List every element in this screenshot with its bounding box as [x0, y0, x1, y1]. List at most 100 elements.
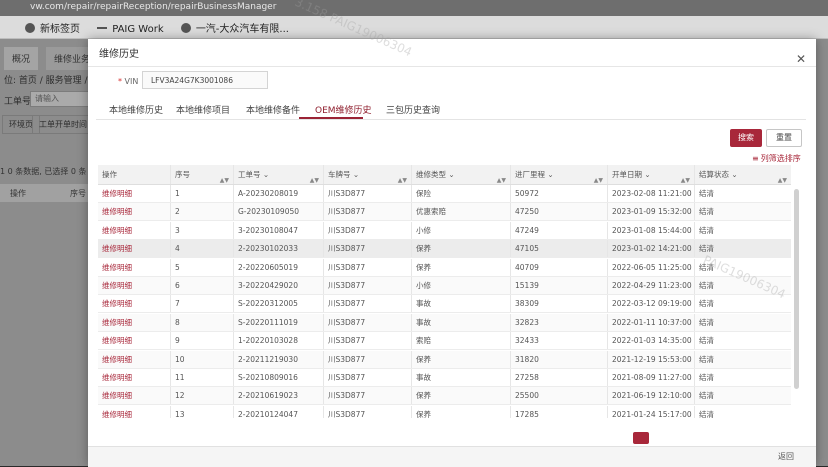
cell-op[interactable]: 维修明细	[98, 277, 170, 294]
cell-plate: 川S3D877	[323, 185, 411, 202]
cell-type: 保养	[411, 350, 510, 368]
cell-op[interactable]: 维修明细	[98, 203, 170, 220]
bg-field-label: 工单号	[4, 97, 32, 107]
cell-status: 结清	[694, 203, 791, 221]
breadcrumb: 位: 首页 / 服务管理 / 服	[4, 76, 100, 86]
cell-order: G-20230109050	[233, 203, 323, 221]
header-type[interactable]: 维修类型 ⌄ ▲▼	[411, 165, 510, 184]
sort-icon: ▲▼	[397, 177, 407, 184]
vin-label: * VIN	[118, 77, 139, 86]
cell-date: 2022-01-03 14:35:00	[607, 332, 694, 350]
table-row[interactable]: 维修明细 13 2-20210124047 川S3D877 保养 17285 2021-01…	[98, 405, 791, 418]
browser-address-bar[interactable]: vw.com/repair/repairReception/repairBusi…	[0, 0, 828, 16]
header-date[interactable]: 开单日期 ⌄ ▲▼	[607, 165, 694, 184]
table-row[interactable]: 维修明细 7 S-20220312005 川S3D877 事故 38309 2022-03-…	[98, 295, 791, 314]
cell-date: 2021-12-19 15:53:00	[607, 350, 694, 368]
table-row[interactable]: 维修明细 3 3-20230108047 川S3D877 小修 47249 2023-01-…	[98, 221, 791, 240]
cell-no: 5	[170, 258, 233, 276]
close-icon[interactable]: ✕	[796, 52, 806, 66]
cell-op[interactable]: 维修明细	[98, 314, 170, 331]
search-button[interactable]: 搜索	[730, 129, 762, 147]
reset-button[interactable]: 重置	[766, 129, 802, 147]
bg-time-button[interactable]: 工单开单时间	[32, 115, 94, 134]
bg-order-input[interactable]: 请输入	[30, 91, 94, 107]
cell-status: 结清	[694, 405, 791, 418]
cell-op[interactable]: 维修明细	[98, 222, 170, 239]
table-row[interactable]: 维修明细 1 A-20230208019 川S3D877 保险 50972 2023-02-…	[98, 185, 791, 203]
sort-icon: ▲▼	[496, 177, 506, 184]
cell-op[interactable]: 维修明细	[98, 259, 170, 276]
cell-plate: 川S3D877	[323, 258, 411, 276]
cell-type: 小修	[411, 221, 510, 239]
cell-plate: 川S3D877	[323, 240, 411, 258]
cell-type: 事故	[411, 369, 510, 386]
table-row[interactable]: 维修明细 5 2-20220605019 川S3D877 保养 40709 2022-06-…	[98, 258, 791, 277]
pagination-current-page[interactable]	[633, 432, 649, 444]
cell-type: 事故	[411, 313, 510, 331]
tab-local-parts[interactable]: 本地维修备件	[246, 103, 300, 116]
cell-op[interactable]: 维修明细	[98, 351, 170, 368]
cell-date: 2023-01-02 14:21:00	[607, 240, 694, 258]
cell-type: 小修	[411, 277, 510, 294]
cell-op[interactable]: 维修明细	[98, 387, 170, 404]
cell-no: 7	[170, 295, 233, 313]
bookmark-faw-vw[interactable]: 一汽-大众汽车有限...	[180, 20, 289, 35]
sort-icon: ▲▼	[309, 177, 319, 184]
bg-tab-overview[interactable]: 概况	[4, 47, 39, 70]
cell-type: 保养	[411, 387, 510, 405]
header-mileage[interactable]: 进厂里程 ⌄ ▲▼	[510, 165, 607, 184]
back-button[interactable]: 返回	[778, 451, 794, 462]
cell-date: 2022-06-05 11:25:00	[607, 258, 694, 276]
cell-date: 2022-04-29 11:23:00	[607, 277, 694, 294]
cell-mileage: 25500	[510, 387, 607, 405]
table-row[interactable]: 维修明细 4 2-20230102033 川S3D877 保养 47105 2023-01-…	[98, 240, 791, 259]
tab-warranty-query[interactable]: 三包历史查询	[386, 103, 440, 116]
table-row[interactable]: 维修明细 2 G-20230109050 川S3D877 优惠索赔 47250 2023-0…	[98, 203, 791, 222]
cell-type: 索赔	[411, 332, 510, 350]
cell-date: 2022-01-11 10:37:00	[607, 313, 694, 331]
bg-count-text: 1 0 条数据, 已选择 0 条	[0, 167, 87, 176]
cell-status: 结清	[694, 277, 791, 294]
cell-plate: 川S3D877	[323, 203, 411, 221]
table-row[interactable]: 维修明细 11 S-20210809016 川S3D877 事故 27258 2021-08…	[98, 369, 791, 387]
cell-order: 3-20220429020	[233, 277, 323, 294]
header-no[interactable]: 序号 ▲▼	[170, 165, 233, 184]
bookmark-new-tab[interactable]: 新标签页	[25, 20, 80, 35]
table-row[interactable]: 维修明细 6 3-20220429020 川S3D877 小修 15139 2022-04-…	[98, 277, 791, 295]
header-order[interactable]: 工单号 ⌄ ▲▼	[233, 165, 323, 184]
column-sort-link[interactable]: ≡ 列筛选排序	[752, 153, 801, 164]
cell-type: 事故	[411, 295, 510, 313]
table-row[interactable]: 维修明细 9 1-20220103028 川S3D877 索赔 32433 2022-01-…	[98, 332, 791, 351]
cell-op[interactable]: 维修明细	[98, 369, 170, 386]
tab-oem-history[interactable]: OEM维修历史	[315, 103, 372, 116]
cell-order: S-20210809016	[233, 369, 323, 386]
cell-plate: 川S3D877	[323, 405, 411, 418]
table-row[interactable]: 维修明细 10 2-20211219030 川S3D877 保养 31820 2021-12…	[98, 350, 791, 369]
cell-status: 结清	[694, 295, 791, 313]
cell-no: 12	[170, 387, 233, 405]
cell-op[interactable]: 维修明细	[98, 240, 170, 257]
cell-op[interactable]: 维修明细	[98, 332, 170, 349]
cell-no: 1	[170, 185, 233, 202]
address-url: vw.com/repair/repairReception/repairBusi…	[30, 2, 277, 12]
cell-order: S-20220111019	[233, 313, 323, 331]
cell-date: 2021-06-19 12:10:00	[607, 387, 694, 405]
dash-icon	[97, 27, 108, 29]
cell-mileage: 50972	[510, 185, 607, 202]
cell-no: 6	[170, 277, 233, 294]
cell-plate: 川S3D877	[323, 295, 411, 313]
tab-local-history[interactable]: 本地维修历史	[109, 103, 163, 116]
table-row[interactable]: 维修明细 12 2-20210619023 川S3D877 保养 25500 2021-06…	[98, 387, 791, 406]
cell-op[interactable]: 维修明细	[98, 185, 170, 202]
header-plate[interactable]: 车牌号 ⌄ ▲▼	[323, 165, 411, 184]
table-row[interactable]: 维修明细 8 S-20220111019 川S3D877 事故 32823 2022-01-…	[98, 313, 791, 332]
vin-input[interactable]: LFV3A24G7K3001086	[142, 71, 268, 89]
table-scrollbar[interactable]	[794, 189, 799, 389]
cell-status: 结清	[694, 332, 791, 350]
cell-op[interactable]: 维修明细	[98, 295, 170, 312]
bookmark-paig-work[interactable]: PAIG Work	[97, 24, 164, 35]
cell-no: 8	[170, 313, 233, 331]
tab-local-items[interactable]: 本地维修项目	[176, 103, 230, 116]
cell-op[interactable]: 维修明细	[98, 406, 170, 418]
header-status[interactable]: 结算状态 ⌄ ▲▼	[694, 165, 791, 184]
